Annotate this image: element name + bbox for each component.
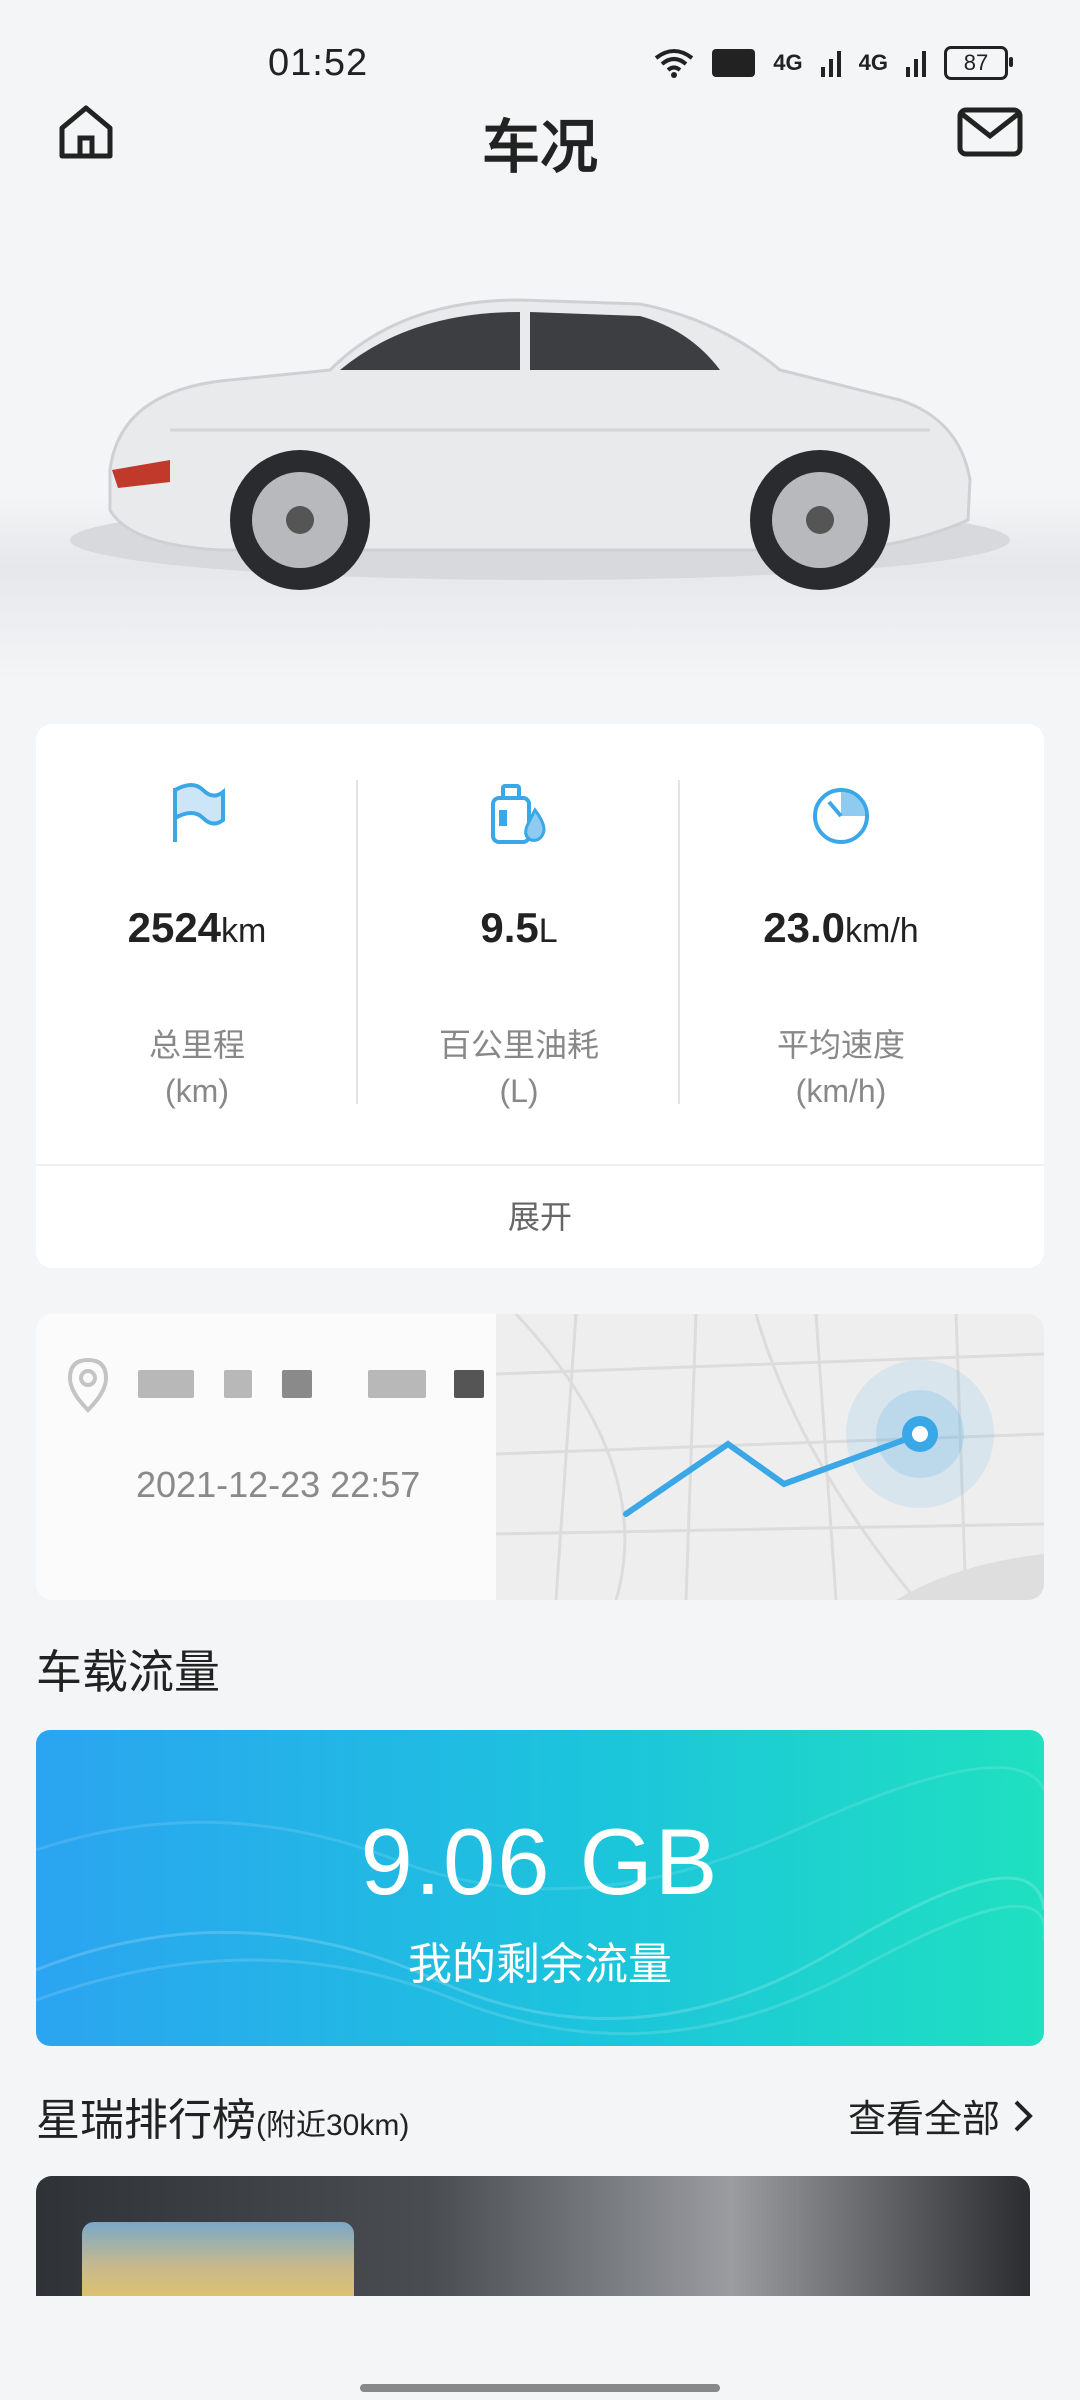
data-remaining-value: 9.06 GB [360, 1809, 720, 1914]
speedometer-icon [813, 788, 869, 844]
vehicle-location-card[interactable]: 2021-12-23 22:57 [36, 1314, 1044, 1600]
hd-icon: HD [711, 49, 756, 77]
stat-label: 百公里油耗 (L) [438, 1027, 599, 1109]
signal-4g-icon-1: 4G [773, 50, 803, 75]
message-button[interactable] [956, 104, 1024, 160]
location-timestamp: 2021-12-23 22:57 [136, 1464, 421, 1505]
flag-icon [173, 783, 225, 842]
redacted-address [454, 1370, 484, 1398]
mail-icon [957, 107, 1023, 157]
page-title: 车况 [481, 115, 598, 180]
wifi-icon [654, 49, 693, 78]
home-indicator[interactable] [360, 2384, 720, 2392]
signal-bars-icon-2 [906, 51, 926, 77]
map-thumbnail [496, 1314, 1044, 1600]
stat-label: 总里程 (km) [148, 1027, 245, 1109]
view-all-link[interactable]: 查看全部 [848, 2088, 1034, 2143]
data-remaining-label: 我的剩余流量 [408, 1940, 672, 1989]
stat-average-speed: 23.0km/h 平均速度 (km/h) [680, 724, 1002, 1164]
stat-value: 9.5L [480, 904, 558, 951]
signal-4g-icon-2: 4G [858, 50, 888, 75]
status-time: 01:52 [268, 42, 369, 84]
section-title-data: 车载流量 [36, 1646, 220, 1698]
fuel-drop-icon [491, 784, 546, 844]
car-illustration [70, 298, 1010, 590]
redacted-address [282, 1370, 312, 1398]
stat-label: 平均速度 (km/h) [776, 1027, 905, 1109]
vehicle-stats-card: 2524km 总里程 (km) 9.5L 百公里油耗 (L) 23.0km/h 平均… [36, 724, 1044, 1268]
section-title-ranking: 星瑞排行榜(附近30km) [36, 2096, 410, 2145]
redacted-address [368, 1370, 426, 1398]
location-pin-icon [67, 1357, 109, 1413]
stat-total-mileage: 2524km 总里程 (km) [36, 724, 358, 1164]
car-image [0, 220, 1080, 680]
signal-bars-icon-1 [820, 51, 841, 77]
redacted-address [224, 1370, 252, 1398]
stat-value: 23.0km/h [763, 904, 919, 951]
chevron-right-icon [1014, 2100, 1033, 2131]
battery-level: 87 [963, 50, 989, 75]
battery-icon: 87 [944, 46, 1013, 80]
data-balance-card[interactable]: 9.06 GB 我的剩余流量 [36, 1730, 1044, 2046]
status-icons: HD 4G 4G 87 [654, 46, 1013, 80]
app-header: 车况 [0, 90, 1080, 180]
stat-fuel-consumption: 9.5L 百公里油耗 (L) [358, 724, 680, 1164]
stat-value: 2524km [127, 904, 267, 951]
expand-button[interactable]: 展开 [36, 1166, 1044, 1268]
ranking-banner[interactable] [36, 2176, 1030, 2296]
ranking-banner-image [82, 2222, 354, 2296]
view-all-label: 查看全部 [847, 2099, 1000, 2141]
redacted-address [138, 1370, 194, 1398]
